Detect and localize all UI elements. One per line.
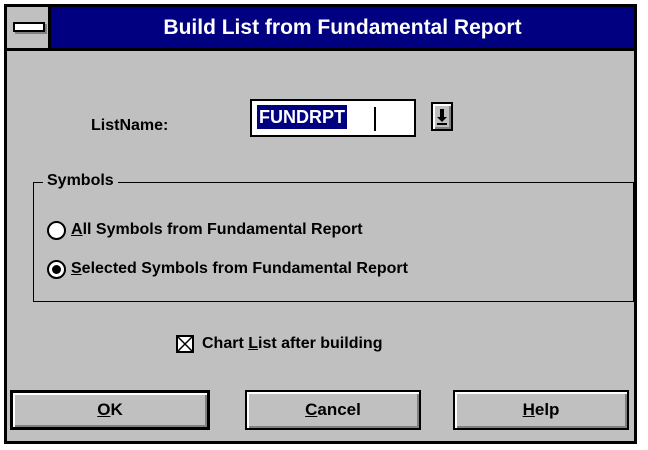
listname-value: FUNDRPT	[257, 105, 347, 129]
listname-dropdown-button[interactable]	[431, 102, 453, 131]
dialog-window: Build List from Fundamental Report ListN…	[4, 4, 637, 444]
chart-list-checkbox[interactable]	[176, 335, 194, 353]
symbols-groupbox	[33, 182, 634, 302]
system-menu-icon	[13, 22, 45, 32]
radio-all-symbols[interactable]	[47, 221, 66, 240]
radio-selected-symbols-label[interactable]: Selected Symbols from Fundamental Report	[71, 260, 408, 278]
symbols-group-label: Symbols	[43, 169, 118, 193]
checkbox-x-icon	[177, 336, 193, 352]
radio-selected-dot	[52, 265, 61, 274]
text-caret	[374, 107, 376, 131]
ok-button[interactable]: OK	[10, 390, 210, 430]
radio-selected-symbols[interactable]	[47, 260, 66, 279]
cancel-button[interactable]: Cancel	[245, 390, 421, 430]
system-menu-button[interactable]	[7, 7, 51, 48]
down-arrow-icon	[437, 109, 447, 125]
chart-list-label[interactable]: Chart List after building	[202, 335, 382, 353]
listname-input[interactable]: FUNDRPT	[250, 99, 416, 137]
listname-label: ListName:	[91, 117, 169, 134]
window-title: Build List from Fundamental Report	[163, 16, 522, 39]
title-bar[interactable]: Build List from Fundamental Report	[7, 7, 634, 51]
help-button[interactable]: Help	[453, 390, 629, 430]
radio-all-symbols-label[interactable]: All Symbols from Fundamental Report	[71, 221, 363, 239]
